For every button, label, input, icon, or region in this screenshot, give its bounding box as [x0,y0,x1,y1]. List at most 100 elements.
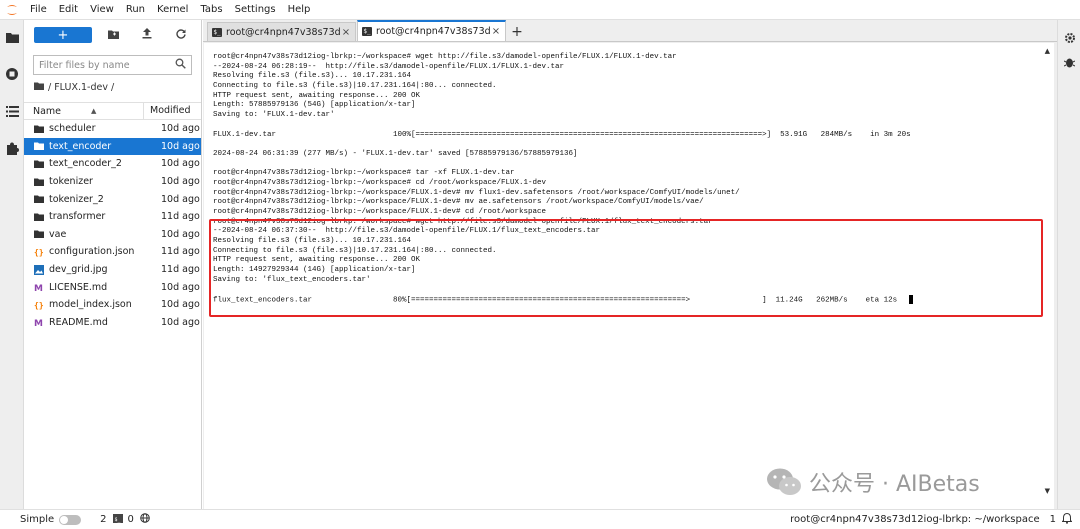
file-row[interactable]: M LICENSE.md 10d ago [24,278,201,296]
search-icon [175,58,186,72]
file-row[interactable]: M README.md 10d ago [24,314,201,332]
terminal-icon: $_ [362,27,372,36]
new-folder-icon [107,29,119,42]
new-folder-button[interactable] [96,25,130,45]
menu-help[interactable]: Help [282,0,317,20]
puzzle-icon [6,142,19,158]
right-sidebar [1057,20,1080,509]
json-file-icon: {} [24,300,48,310]
status-count: 1 [1049,514,1056,525]
file-modified: 10d ago [161,140,200,152]
highlight-box [209,219,1043,317]
svg-text:{}: {} [34,248,44,257]
svg-text:M: M [34,284,43,292]
terminal-view[interactable]: root@cr4npn47v38s73d12iog-lbrkp:~/worksp… [204,43,1054,509]
column-header-modified[interactable]: Modified [143,102,201,120]
terminal-icon: $_ [212,27,222,37]
file-name: text_encoder [49,140,112,152]
new-launcher-button[interactable]: + [34,27,92,43]
terminal-line: root@cr4npn47v38s73d12iog-lbrkp:~/worksp… [213,188,740,197]
menu-kernel[interactable]: Kernel [151,0,194,20]
file-list-header: Name ▲ Modified [24,102,201,120]
file-row[interactable]: transformer 11d ago [24,208,201,226]
property-inspector-tab[interactable] [1058,28,1080,50]
bell-icon[interactable] [1061,512,1073,527]
running-terminals-tab[interactable] [0,57,24,94]
terminal-line: Length: 57885979136 (54G) [application/x… [213,101,416,110]
file-row[interactable]: vae 10d ago [24,226,201,244]
column-header-name[interactable]: Name ▲ [24,106,143,117]
breadcrumb: / FLUX.1-dev / [24,75,201,99]
menu-settings[interactable]: Settings [229,0,282,20]
tab-terminal-2[interactable]: $_ root@cr4npn47v38s73d12iog-lbrkp: ~/wo… [357,20,506,41]
status-bar: Simple 2 $_ 0 root@cr4npn47v38s73d12iog-… [0,509,1080,529]
menu-edit[interactable]: Edit [53,0,84,20]
table-of-contents-tab[interactable] [0,94,24,131]
upload-button[interactable] [130,25,164,45]
folder-icon [24,230,48,239]
terminal-line: Saving to: 'FLUX.1-dev.tar' [213,111,335,120]
folder-icon [24,213,48,221]
menu-view[interactable]: View [84,0,120,20]
file-name: tokenizer_2 [49,193,104,205]
simple-mode-toggle[interactable] [59,514,82,525]
scroll-down-arrow-icon[interactable]: ▼ [1045,487,1050,495]
file-modified: 10d ago [161,158,200,170]
file-list: scheduler 10d ago text_encoder 10d ago text_… [24,120,201,331]
file-row[interactable]: tokenizer 10d ago [24,173,201,191]
folder-icon [34,82,44,93]
menu-bar: File Edit View Run Kernel Tabs Settings … [0,0,1080,20]
terminal-line: HTTP request sent, awaiting response... … [213,91,421,100]
file-modified: 11d ago [161,246,200,258]
file-modified: 10d ago [161,193,200,205]
terminal-line: root@cr4npn47v38s73d12iog-lbrkp:~/worksp… [213,53,677,61]
terminal-line: root@cr4npn47v38s73d12iog-lbrkp:~/worksp… [213,198,704,207]
globe-icon[interactable] [140,513,150,526]
kernel-count[interactable]: 2 [100,514,106,525]
file-row[interactable]: tokenizer_2 10d ago [24,190,201,208]
list-icon [5,105,19,120]
breadcrumb-path[interactable]: / FLUX.1-dev / [48,82,114,93]
file-row[interactable]: {} configuration.json 11d ago [24,243,201,261]
scroll-up-arrow-icon[interactable]: ▲ [1045,47,1050,55]
debugger-tab[interactable] [1058,52,1080,74]
folder-icon [24,125,48,133]
close-icon[interactable]: × [341,27,351,38]
stop-circle-icon [5,67,19,84]
file-name: scheduler [49,123,96,135]
terminal-line: FLUX.1-dev.tar 100%[====================… [213,130,911,139]
bug-icon [1063,56,1076,71]
wechat-watermark: 公众号 · AIBetas [765,466,980,498]
file-row[interactable]: scheduler 10d ago [24,120,201,138]
file-name: README.md [49,316,108,328]
file-browser-tab[interactable] [0,20,24,57]
file-modified: 11d ago [161,211,200,223]
refresh-button[interactable] [164,25,198,45]
tab-terminal-1[interactable]: $_ root@cr4npn47v38s73d12iog-lbrkp: ~/wo… [207,22,356,41]
file-modified: 10d ago [161,316,200,328]
add-tab-button[interactable]: + [507,22,527,41]
menu-run[interactable]: Run [120,0,151,20]
file-filter-input[interactable] [39,59,175,71]
file-name: vae [49,228,67,240]
close-icon[interactable]: × [491,26,501,37]
tab-label: root@cr4npn47v38s73d12iog-lbrkp: ~/works… [226,26,341,38]
terminal-line: root@cr4npn47v38s73d12iog-lbrkp:~/worksp… [213,178,547,187]
menu-tabs[interactable]: Tabs [194,0,228,20]
svg-text:{}: {} [34,301,44,310]
file-row[interactable]: {} model_index.json 10d ago [24,296,201,314]
gear-icon [1064,32,1076,47]
file-modified: 10d ago [161,228,200,240]
file-name: tokenizer [49,176,93,188]
menu-file[interactable]: File [24,0,53,20]
file-row[interactable]: dev_grid.jpg 11d ago [24,261,201,279]
watermark-text: 公众号 · AIBetas [809,472,980,497]
file-row[interactable]: text_encoder 10d ago [24,137,201,156]
file-browser-toolbar: + [24,20,201,50]
file-row[interactable]: text_encoder_2 10d ago [24,155,201,173]
extensions-tab[interactable] [0,131,24,168]
terminal-count[interactable]: 0 [128,514,134,525]
image-file-icon [24,264,48,275]
